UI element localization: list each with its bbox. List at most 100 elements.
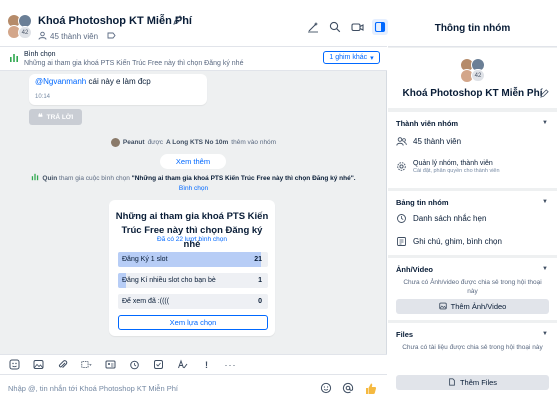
pinned-bar[interactable]: Bình chọn Những ai tham gia khoá PTS Kiế… (0, 47, 387, 71)
poll-question-ref: "Những ai tham gia khoá PTS Kiến Trúc Fr… (131, 174, 356, 182)
caret-down-icon[interactable]: ▼ (542, 331, 548, 337)
edit-name-icon[interactable] (173, 15, 183, 25)
message-input[interactable] (8, 381, 308, 395)
notes-row[interactable]: Ghi chú, ghim, bình chọn (396, 236, 502, 247)
group-avatar[interactable]: 42 (7, 14, 33, 40)
tag-icon[interactable] (107, 31, 116, 42)
see-more-button[interactable]: Xem thêm (160, 154, 226, 169)
mention-icon[interactable] (341, 381, 355, 395)
section-header[interactable]: Thành viên nhóm (396, 119, 458, 128)
avatar-count-badge: 42 (471, 69, 485, 82)
thumbs-up-icon[interactable] (363, 381, 377, 395)
manage-sublabel: Cài đặt, phân quyền cho thành viên (413, 168, 500, 174)
group-avatar[interactable]: 42 (458, 56, 488, 83)
system-text: thêm vào nhóm (231, 138, 277, 146)
add-media-button[interactable]: Thêm Ảnh/Video (396, 299, 549, 314)
contact-card-icon[interactable] (105, 359, 116, 370)
poll-option[interactable]: Đăng Ký 1 slot 21 (118, 252, 268, 267)
media-empty-text: Chưa có Ảnh/video được chia sẻ trong hội… (403, 279, 542, 295)
message-text: @Ngvanmanh cái này e làm đcp (35, 77, 151, 86)
pinned-text: Những ai tham gia khoá PTS Kiến Trúc Fre… (24, 60, 244, 67)
magic-icon[interactable] (306, 20, 320, 34)
image-icon (438, 302, 447, 312)
clock-icon (396, 213, 407, 224)
message-bubble[interactable]: @Ngvanmanh cái này e làm đcp 10:14 (29, 74, 207, 105)
mention-link[interactable]: @Ngvanmanh (35, 77, 86, 86)
poll-question: Những ai tham gia khoá PTS Kiến Trúc Fre… (115, 211, 269, 250)
section-header[interactable]: Bảng tin nhóm (396, 198, 449, 207)
poll-option[interactable]: Đăng Kí nhiều slot cho bạn bè 1 (118, 273, 268, 288)
poll-option[interactable]: Để xem đã :(((( 0 (118, 294, 268, 309)
task-icon[interactable] (153, 359, 164, 370)
vote-link[interactable]: Bình chọn (0, 185, 387, 192)
poll-option-label: Đăng Kí nhiều slot cho bạn bè (122, 277, 216, 284)
poll-option-count: 1 (258, 277, 262, 284)
reminders-label: Danh sách nhắc hẹn (413, 214, 487, 223)
search-icon[interactable] (328, 20, 342, 34)
system-message-poll: Quin tham gia cuộc bình chọn "Những ai t… (0, 173, 387, 192)
manage-group-row[interactable]: Quản lý nhóm, thành viên Cài đặt, phân q… (396, 158, 500, 174)
joined-user[interactable]: Peanut (123, 139, 145, 146)
poll-option-count: 21 (254, 256, 262, 263)
reply-label: TRẢ LỜI (46, 113, 74, 121)
image-icon[interactable] (33, 359, 44, 370)
reply-button[interactable]: ❝ TRẢ LỜI (29, 109, 82, 125)
panel-title: Thông tin nhóm (388, 0, 557, 47)
poll-option-label: Để xem đã :(((( (122, 298, 170, 305)
chat-panel: 42 Khoá Photoshop KT Miễn Phí 45 thành v… (0, 0, 388, 400)
poll-card: Những ai tham gia khoá PTS Kiến Trúc Fre… (109, 200, 275, 336)
header-actions (306, 19, 388, 35)
media-section: Ảnh/Video ▼ Chưa có Ảnh/video được chia … (388, 258, 557, 320)
compose-toolbar: ! ··· (0, 354, 387, 374)
section-header[interactable]: Files (396, 330, 413, 339)
avatar (110, 137, 120, 147)
chevron-down-icon: ▾ (370, 54, 374, 62)
avatar-count-badge: 42 (18, 26, 32, 39)
poll-option-label: Đăng Ký 1 slot (122, 256, 168, 263)
add-files-button[interactable]: Thêm Files (396, 375, 549, 390)
caret-down-icon[interactable]: ▼ (542, 199, 548, 205)
members-row[interactable]: 45 thành viên (396, 136, 461, 147)
sticker-icon[interactable] (9, 359, 20, 370)
poll-icon (31, 173, 39, 183)
message-body: cái này e làm đcp (86, 77, 151, 86)
quote-icon: ❝ (37, 111, 43, 122)
compose-actions (319, 381, 377, 395)
board-section: Bảng tin nhóm ▼ Danh sách nhắc hẹn Ghi c… (388, 191, 557, 255)
section-header[interactable]: Ảnh/Video (396, 265, 433, 274)
caret-down-icon[interactable]: ▼ (542, 266, 548, 272)
more-icon[interactable]: ··· (225, 359, 236, 370)
sidebar-toggle-icon[interactable] (372, 19, 388, 35)
reminders-row[interactable]: Danh sách nhắc hẹn (396, 213, 486, 224)
screenshot-icon[interactable] (81, 359, 92, 370)
more-pins-label: 1 ghim khác (329, 54, 368, 61)
poll-vote-count[interactable]: Đã có 22 lượt bình chọn (109, 236, 275, 243)
attachment-icon[interactable] (57, 359, 68, 370)
group-name: Khoá Photoshop KT Miễn Phí (402, 88, 543, 99)
poll-user[interactable]: Quin (42, 175, 57, 182)
poll-icon (9, 53, 19, 65)
group-info-panel: Thông tin nhóm 42 Khoá Photoshop KT Miễn… (388, 0, 557, 400)
member-count-text: 45 thành viên (50, 32, 99, 41)
manage-label: Quản lý nhóm, thành viên (413, 160, 493, 167)
members-section: Thành viên nhóm ▼ 45 thành viên Quản lý … (388, 112, 557, 188)
users-icon (396, 136, 407, 147)
user-icon (38, 31, 47, 42)
video-call-icon[interactable] (350, 20, 364, 34)
text-format-icon[interactable] (177, 359, 188, 370)
add-files-label: Thêm Files (459, 378, 498, 387)
member-count[interactable]: 45 thành viên (38, 31, 116, 42)
view-options-button[interactable]: Xem lựa chọn (118, 315, 268, 330)
reminder-icon[interactable] (129, 359, 140, 370)
added-by-user[interactable]: A Long KTS No 10m (166, 139, 228, 146)
files-empty-text: Chưa có tài liệu được chia sẻ trong hội … (402, 344, 543, 351)
urgent-icon[interactable]: ! (201, 359, 212, 370)
caret-down-icon[interactable]: ▼ (542, 120, 548, 126)
gear-icon (396, 161, 407, 172)
group-profile: 42 Khoá Photoshop KT Miễn Phí (388, 48, 557, 108)
emoji-icon[interactable] (319, 381, 333, 395)
note-icon (396, 236, 407, 247)
members-count: 45 thành viên (413, 137, 462, 146)
edit-icon[interactable] (540, 89, 549, 100)
more-pins-button[interactable]: 1 ghim khác ▾ (323, 51, 380, 64)
